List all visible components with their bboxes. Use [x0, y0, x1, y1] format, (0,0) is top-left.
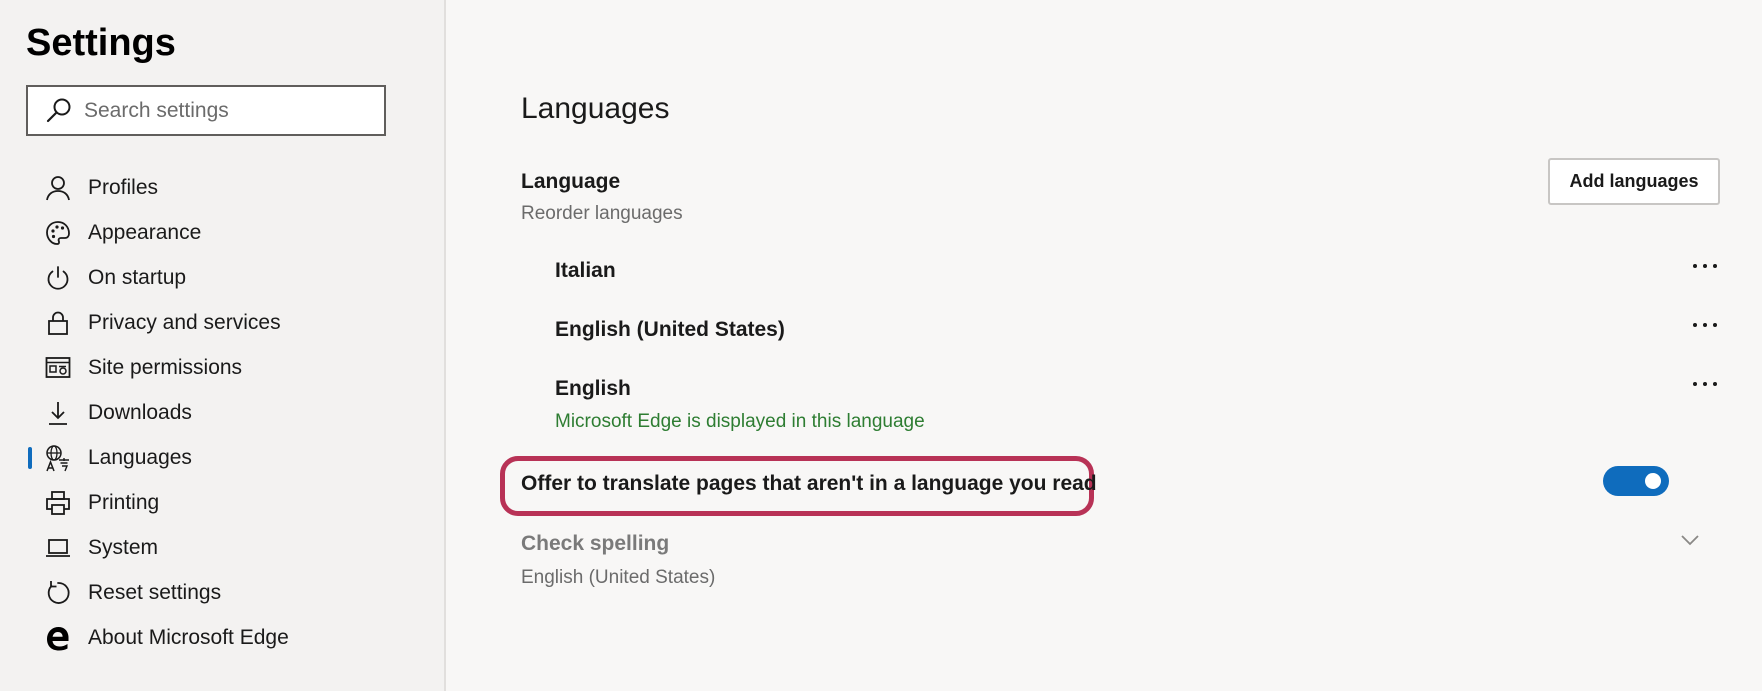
add-languages-button[interactable]: Add languages — [1548, 158, 1720, 205]
reorder-languages-hint: Reorder languages — [521, 203, 683, 224]
sidebar-item-profiles[interactable]: Profiles — [0, 165, 444, 210]
translate-offer-row: Offer to translate pages that aren't in … — [500, 456, 1740, 516]
reset-icon — [44, 579, 72, 607]
language-name: English — [555, 377, 631, 400]
sidebar-item-label: On startup — [88, 265, 187, 289]
sidebar-item-reset-settings[interactable]: Reset settings — [0, 570, 444, 615]
more-dot-icon — [1713, 323, 1717, 327]
check-spelling-label: Check spelling — [521, 532, 670, 555]
power-icon — [44, 264, 72, 292]
sidebar-item-label: Printing — [88, 490, 160, 514]
sidebar-item-on-startup[interactable]: On startup — [0, 255, 444, 300]
display-language-note: Microsoft Edge is displayed in this lang… — [555, 411, 925, 432]
more-dot-icon — [1693, 264, 1697, 268]
sidebar-item-about[interactable]: About Microsoft Edge — [0, 615, 444, 660]
more-dot-icon — [1703, 323, 1707, 327]
lock-icon — [44, 309, 72, 337]
sidebar-item-label: System — [88, 535, 159, 559]
main-content: Languages Language Reorder languages Add… — [448, 0, 1762, 691]
toggle-knob — [1645, 473, 1661, 489]
languages-icon — [44, 444, 72, 472]
more-dot-icon — [1703, 382, 1707, 386]
person-icon — [44, 174, 72, 202]
language-name: Italian — [555, 259, 616, 282]
sidebar-item-system[interactable]: System — [0, 525, 444, 570]
sidebar-item-site-permissions[interactable]: Site permissions — [0, 345, 444, 390]
sidebar: Settings Profiles Appearance On startup — [0, 0, 446, 691]
more-options-button[interactable] — [1685, 251, 1725, 281]
more-options-button[interactable] — [1685, 310, 1725, 340]
sidebar-item-label: Downloads — [88, 400, 192, 424]
sidebar-item-languages[interactable]: Languages — [0, 435, 444, 480]
translate-toggle[interactable] — [1603, 466, 1669, 496]
sidebar-item-label: Profiles — [88, 175, 159, 199]
more-dot-icon — [1713, 264, 1717, 268]
sidebar-item-label: Appearance — [88, 220, 202, 244]
edge-logo-icon — [44, 624, 72, 652]
sidebar-item-downloads[interactable]: Downloads — [0, 390, 444, 435]
sidebar-item-appearance[interactable]: Appearance — [0, 210, 444, 255]
search-input[interactable] — [84, 98, 364, 123]
palette-icon — [44, 219, 72, 247]
sidebar-item-label: Site permissions — [88, 355, 243, 379]
laptop-icon — [44, 534, 72, 562]
more-dot-icon — [1693, 323, 1697, 327]
download-icon — [44, 399, 72, 427]
sidebar-item-printing[interactable]: Printing — [0, 480, 444, 525]
more-options-button[interactable] — [1685, 369, 1725, 399]
sidebar-item-label: Reset settings — [88, 580, 222, 604]
spelling-language: English (United States) — [521, 567, 716, 588]
search-icon — [46, 98, 71, 122]
sidebar-item-label: Privacy and services — [88, 310, 281, 334]
search-box[interactable] — [26, 85, 386, 136]
sidebar-item-privacy[interactable]: Privacy and services — [0, 300, 444, 345]
more-dot-icon — [1693, 382, 1697, 386]
chevron-down-icon[interactable] — [1678, 528, 1702, 552]
page-title: Languages — [521, 92, 670, 125]
language-name: English (United States) — [555, 318, 785, 341]
more-dot-icon — [1713, 382, 1717, 386]
sidebar-item-label: Languages — [88, 445, 192, 469]
language-section-label: Language — [521, 170, 621, 193]
more-dot-icon — [1703, 264, 1707, 268]
sidebar-title: Settings — [26, 22, 176, 64]
active-indicator — [28, 447, 32, 469]
sidebar-item-label: About Microsoft Edge — [88, 625, 289, 649]
printer-icon — [44, 489, 72, 517]
translate-offer-label: Offer to translate pages that aren't in … — [521, 472, 1097, 495]
site-permissions-icon — [44, 354, 72, 382]
sidebar-nav: Profiles Appearance On startup Privacy a… — [0, 165, 444, 660]
